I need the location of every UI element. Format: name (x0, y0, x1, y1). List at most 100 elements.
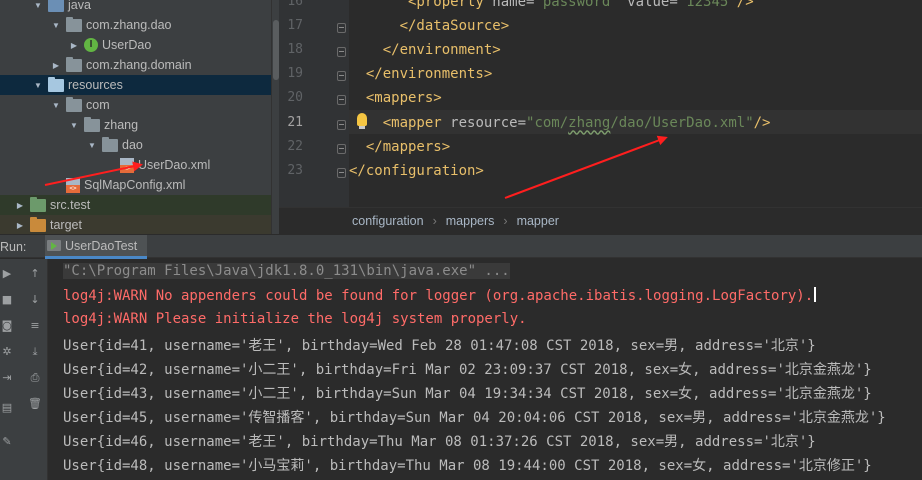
console-line: log4j:WARN Please initialize the log4j s… (63, 311, 527, 327)
console-output[interactable]: "C:\Program Files\Java\jdk1.8.0_131\bin\… (48, 259, 922, 480)
breadcrumb-item-mappers[interactable]: mappers (446, 214, 495, 228)
tree-item[interactable]: ▼ zhang (0, 115, 279, 135)
tab-userdaotest[interactable]: UserDaoTest (45, 235, 148, 259)
soft-wrap-icon[interactable]: ≡ (28, 319, 42, 333)
settings-icon[interactable]: ✲ (0, 345, 14, 359)
tree-item[interactable]: ▶ I UserDao (0, 35, 279, 55)
console-line-text: User{id=46, username='老王', birthday=Thu … (63, 434, 816, 450)
scroll-down-icon[interactable]: ↓ (28, 293, 42, 307)
code-token: </environment> (382, 42, 501, 59)
code-token: /> (753, 114, 771, 131)
xml-file-icon (66, 177, 80, 193)
chevron-down-icon[interactable]: ▼ (86, 141, 98, 150)
fold-marker-icon[interactable] (337, 143, 346, 154)
tree-item[interactable]: ▼ java (0, 0, 279, 15)
console-line: User{id=42, username='小二王', birthday=Fri… (63, 359, 872, 379)
code-token: "12345" (677, 0, 737, 10)
fold-marker-icon[interactable] (337, 23, 346, 34)
fold-marker-icon[interactable] (337, 119, 346, 130)
console-line-text: User{id=41, username='老王', birthday=Wed … (63, 338, 816, 354)
tree-item-label: java (68, 0, 91, 12)
console-line: User{id=48, username='小马宝莉', birthday=Th… (63, 455, 872, 475)
tree-item-label: src.test (50, 198, 91, 212)
code-line[interactable]: </environments> (349, 66, 492, 82)
stop-icon[interactable]: ■ (0, 293, 14, 307)
chevron-down-icon[interactable]: ▼ (50, 21, 62, 30)
console-line: User{id=46, username='老王', birthday=Thu … (63, 431, 816, 451)
fold-marker-icon[interactable] (337, 71, 346, 82)
code-token: </environments> (365, 66, 493, 83)
tab-label: UserDaoTest (65, 238, 138, 253)
chevron-right-icon[interactable]: ▶ (68, 41, 80, 50)
code-line[interactable]: </dataSource> (349, 18, 510, 34)
interface-icon: I (84, 38, 98, 52)
tree-item-label: resources (68, 78, 123, 92)
folder-icon (48, 0, 64, 12)
console-line-text: User{id=43, username='小二王', birthday=Sun… (63, 386, 872, 402)
line-number: 19 (287, 66, 303, 82)
chevron-right-icon[interactable]: ▶ (14, 201, 26, 210)
chevron-right-icon[interactable]: ▶ (14, 221, 26, 230)
tree-item[interactable]: ▼ com (0, 95, 279, 115)
fold-marker-icon[interactable] (337, 95, 346, 106)
camera-icon[interactable]: ◙ (0, 319, 14, 333)
chevron-down-icon[interactable]: ▼ (50, 101, 62, 110)
code-line[interactable]: </configuration> (349, 163, 484, 179)
tree-item[interactable]: ▶ src.test (0, 195, 279, 215)
tree-item[interactable]: ▼ resources (0, 75, 279, 95)
line-number: 16 (287, 0, 303, 9)
code-token: zhang (568, 114, 611, 131)
print-icon[interactable]: ⎙ (28, 371, 42, 385)
chevron-right-icon[interactable]: ▶ (50, 61, 62, 70)
tree-scrollbar[interactable] (271, 0, 279, 234)
code-line[interactable]: <mapper resource="com/zhang/dao/UserDao.… (349, 114, 771, 131)
console-line: "C:\Program Files\Java\jdk1.8.0_131\bin\… (63, 263, 510, 279)
code-line[interactable]: <property name="password" value="12345"/… (349, 0, 754, 10)
code-token: value= (627, 0, 678, 10)
rerun-icon[interactable]: ▶ (0, 267, 14, 281)
folder-icon (66, 56, 82, 72)
folder-icon (30, 216, 46, 232)
trash-icon[interactable]: 🗑 (28, 397, 42, 411)
tree-item[interactable]: ▶ target (0, 215, 279, 234)
tree-item[interactable]: UserDao.xml (0, 155, 279, 175)
tree-item[interactable]: ▼ dao (0, 135, 279, 155)
chevron-down-icon[interactable]: ▼ (68, 121, 80, 130)
chevron-right-icon: › (503, 214, 508, 228)
breadcrumb-item-configuration[interactable]: configuration (352, 214, 424, 228)
tree-item[interactable]: ▼ com.zhang.dao (0, 15, 279, 35)
console-line-text: User{id=48, username='小马宝莉', birthday=Th… (63, 458, 872, 474)
tree-item-label: dao (122, 138, 143, 152)
breadcrumb: configuration › mappers › mapper (279, 207, 922, 234)
console-line-text: User{id=45, username='传智播客', birthday=Su… (63, 410, 886, 426)
code-token: "password" (534, 0, 628, 10)
fold-marker-icon[interactable] (337, 47, 346, 58)
breadcrumb-item-mapper[interactable]: mapper (517, 214, 559, 228)
tree-item-label: target (50, 218, 82, 232)
console-line-text: log4j:WARN Please initialize the log4j s… (63, 311, 527, 327)
tree-item-label: com.zhang.dao (86, 18, 172, 32)
layout-icon[interactable]: ▤ (0, 401, 14, 415)
tree-item[interactable]: SqlMapConfig.xml (0, 175, 279, 195)
chevron-down-icon[interactable]: ▼ (32, 81, 44, 90)
pin-icon[interactable]: ✎ (0, 435, 14, 449)
code-line[interactable]: </environment> (349, 42, 501, 58)
folder-icon (48, 76, 64, 92)
code-token: name= (492, 0, 535, 10)
fold-marker-icon[interactable] (337, 167, 346, 178)
code-line[interactable]: </mappers> (349, 139, 450, 155)
editor-gutter: 16 17 18 19 20 21 22 23 (279, 0, 349, 207)
scroll-to-end-icon[interactable]: ⤓ (28, 345, 42, 359)
tree-item-label: com (86, 98, 110, 112)
chevron-down-icon[interactable]: ▼ (32, 1, 44, 10)
code-editor[interactable]: 16 17 18 19 20 21 22 23 <property name="passwor… (279, 0, 922, 207)
line-number: 23 (287, 162, 303, 178)
console-line: User{id=45, username='传智播客', birthday=Su… (63, 407, 886, 427)
restore-layout-icon[interactable]: ⇥ (0, 371, 14, 385)
code-line[interactable]: <mappers> (349, 90, 442, 106)
tree-item[interactable]: ▶ com.zhang.domain (0, 55, 279, 75)
code-token: </configuration> (349, 162, 484, 179)
run-config-icon (47, 240, 61, 251)
tree-item-label: SqlMapConfig.xml (84, 178, 186, 192)
scroll-up-icon[interactable]: ↑ (28, 267, 42, 281)
